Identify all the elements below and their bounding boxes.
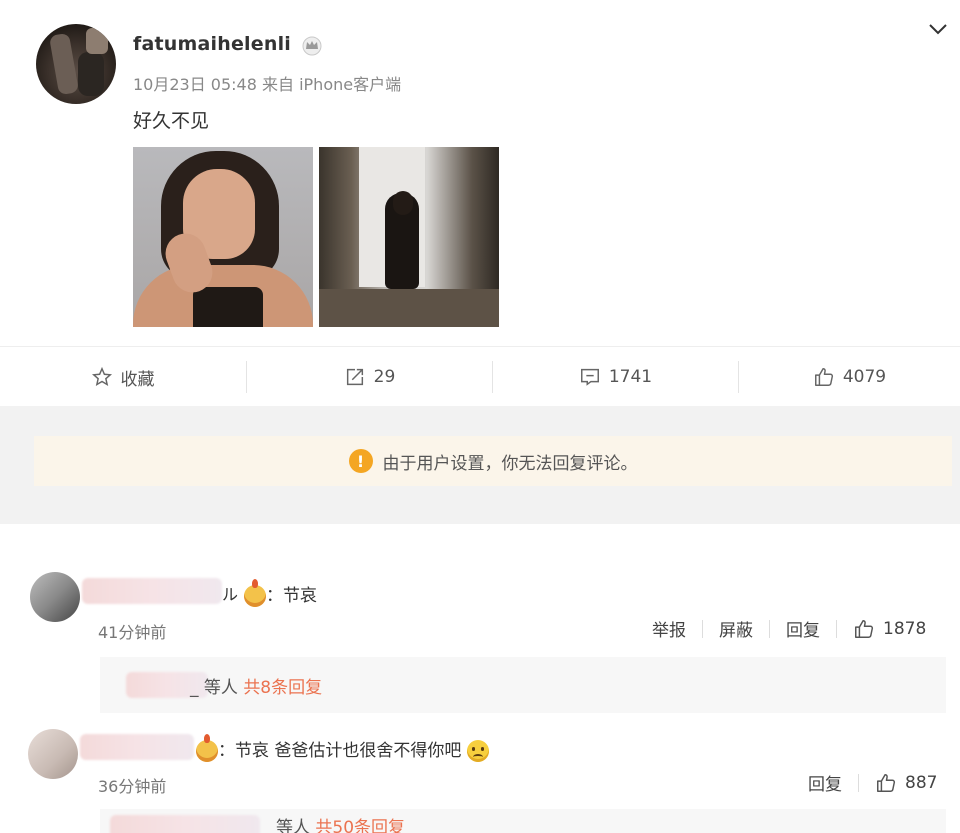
reply-summary-text[interactable]: _ 等人 共8条回复 [190, 673, 322, 698]
thumbs-up-icon [877, 773, 896, 792]
candle-emoji-icon [244, 579, 266, 607]
comment-time: 36分钟前 [98, 777, 167, 796]
reply-button[interactable]: 回复 [786, 616, 820, 641]
post-photo-1[interactable] [133, 147, 313, 327]
photo-floor [319, 289, 499, 327]
reply-summary-text[interactable]: 等人 共50条回复 [276, 813, 405, 833]
comment-button[interactable]: 1741 [493, 347, 738, 407]
reply-summary[interactable]: 等人 共50条回复 [100, 809, 946, 833]
block-button[interactable]: 屏蔽 [719, 616, 753, 641]
favorite-button[interactable]: 收藏 [0, 347, 245, 407]
replier-name-tail: _ [190, 678, 199, 698]
favorite-label: 收藏 [120, 369, 155, 390]
photo-top [193, 287, 263, 327]
comment-text-content: ：节哀 [266, 586, 317, 606]
user-avatar[interactable] [36, 24, 116, 104]
repost-button[interactable]: 29 [247, 347, 492, 407]
divider [836, 619, 837, 638]
comment-text-content: ：节哀 爸爸估计也很舍不得你吧 [218, 741, 462, 761]
sad-face-emoji-icon [466, 740, 489, 762]
notice-area: ! 由于用户设置，你无法回复评论。 [0, 406, 960, 524]
reply-disabled-notice: ! 由于用户设置，你无法回复评论。 [34, 436, 952, 486]
blurred-replier-name [110, 815, 260, 833]
commenter-name-tail[interactable]: ル [222, 581, 238, 605]
comment-like-button[interactable]: 1878 [853, 618, 926, 640]
comment-actions: 回复 887 [808, 770, 937, 796]
comment-count: 1741 [608, 367, 653, 387]
comment-like-button[interactable]: 887 [875, 772, 937, 794]
post-action-bar: 收藏 29 1741 4079 [0, 346, 960, 406]
reply-button[interactable]: 回复 [808, 770, 842, 795]
divider [702, 619, 703, 638]
repost-count: 29 [373, 367, 396, 387]
reply-count-link[interactable]: 共50条回复 [315, 818, 405, 833]
blurred-username[interactable] [82, 578, 222, 604]
commenter-avatar[interactable] [28, 729, 78, 779]
report-button[interactable]: 举报 [652, 616, 686, 641]
weibo-post: fatumaihelenli 10月23日 05:48 来自 iPhone客户端… [0, 0, 960, 345]
like-count: 4079 [842, 367, 887, 387]
comment-time: 41分钟前 [98, 623, 167, 642]
avatar-figure-1 [48, 32, 80, 96]
username[interactable]: fatumaihelenli [133, 33, 291, 55]
comment-icon [580, 368, 599, 386]
comment-text: ：节哀 爸爸估计也很舍不得你吧 [196, 734, 489, 762]
photo-head [393, 191, 413, 215]
reply-summary-prefix: 等人 [203, 678, 238, 698]
share-icon [346, 368, 363, 386]
thumbs-up-icon [814, 368, 833, 386]
warning-icon: ! [348, 449, 373, 473]
candle-emoji-icon [196, 734, 218, 762]
comment-text: ：节哀 [244, 579, 317, 607]
commenter-avatar[interactable] [30, 572, 80, 622]
avatar-figure-3 [86, 28, 108, 54]
comment-actions: 举报 屏蔽 回复 1878 [652, 616, 926, 642]
comment-like-count: 887 [905, 772, 938, 793]
avatar-figure-2 [78, 52, 104, 96]
reply-summary[interactable]: _ 等人 共8条回复 [100, 657, 946, 713]
crown-badge-icon [302, 36, 322, 56]
post-photo-2[interactable] [319, 147, 499, 327]
reply-count-link[interactable]: 共8条回复 [243, 678, 322, 698]
blurred-username[interactable] [80, 734, 194, 760]
divider [858, 773, 859, 792]
divider [769, 619, 770, 638]
star-icon [91, 366, 112, 387]
comment-like-count: 1878 [883, 618, 927, 639]
thumbs-up-icon [855, 619, 874, 638]
chevron-down-icon[interactable] [928, 22, 948, 36]
post-meta: 10月23日 05:48 来自 iPhone客户端 [133, 75, 402, 94]
comment-list: ル ：节哀 41分钟前 举报 屏蔽 回复 1878 _ 等人 共8条回复 ：节哀… [0, 524, 960, 833]
notice-text: 由于用户设置，你无法回复评论。 [382, 453, 638, 474]
like-button[interactable]: 4079 [739, 347, 960, 407]
post-text: 好久不见 [133, 110, 210, 132]
reply-summary-prefix: 等人 [276, 818, 310, 833]
